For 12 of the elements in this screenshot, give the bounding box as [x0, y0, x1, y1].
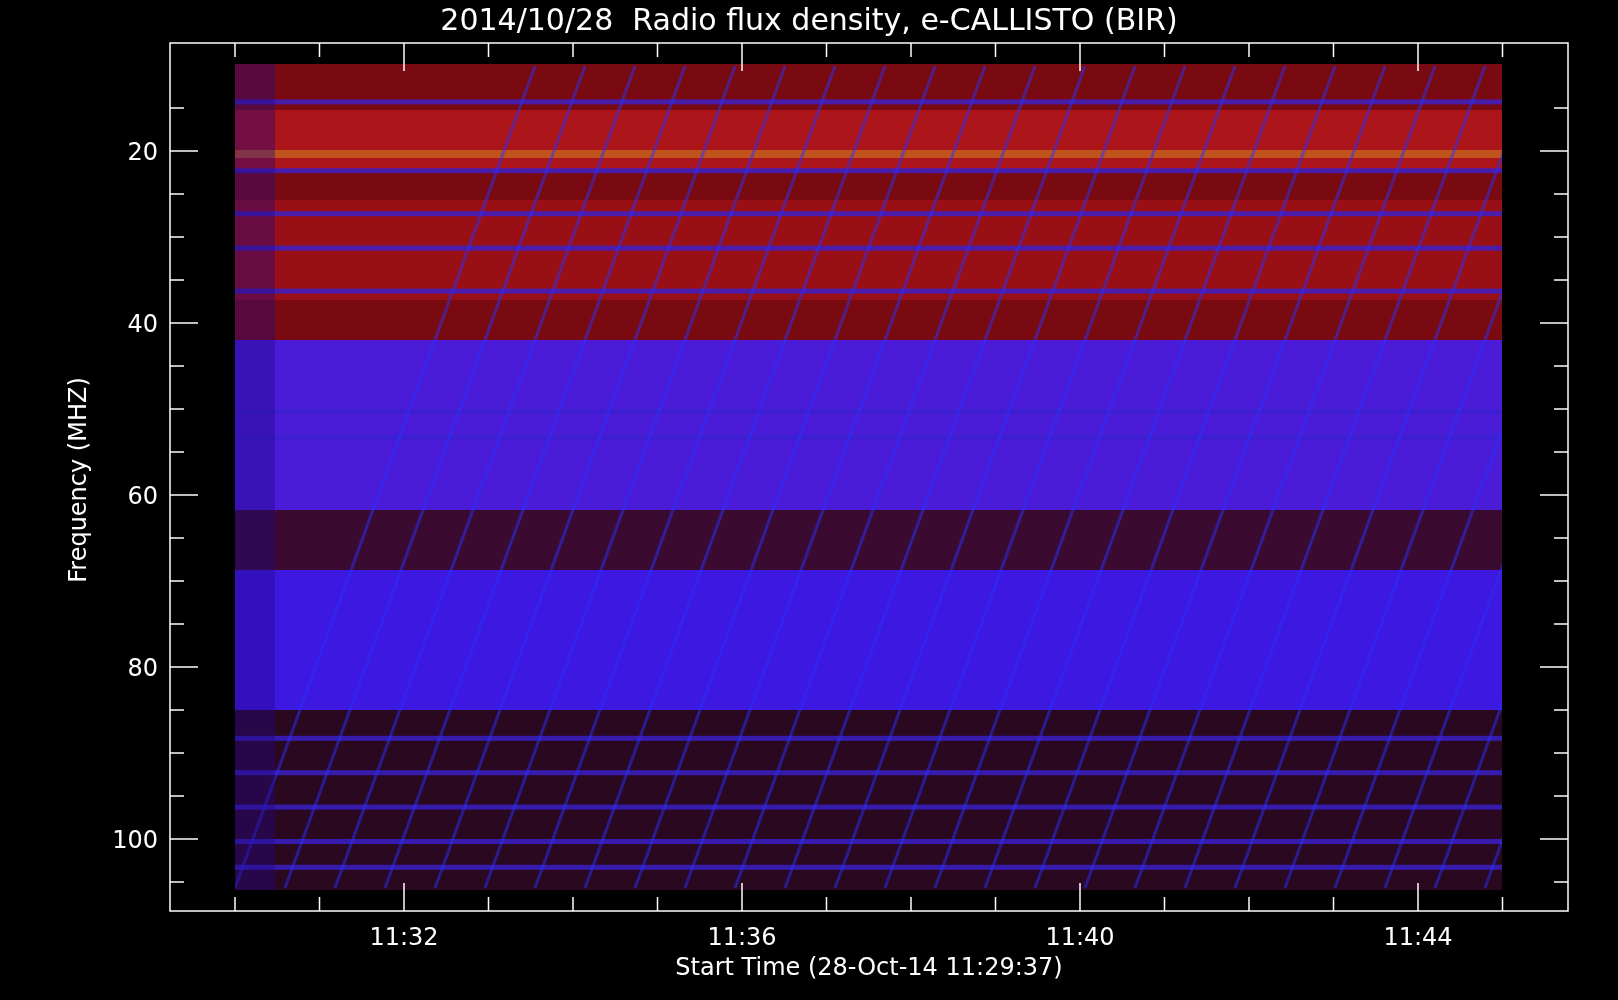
y-tick-label: 40: [127, 310, 158, 338]
x-tick-label: 11:32: [369, 923, 439, 951]
y-tick-label: 80: [127, 654, 158, 682]
y-axis-label: Frequency (MHZ): [64, 377, 92, 583]
x-tick-label: 11:36: [707, 923, 777, 951]
x-tick-label: 11:40: [1045, 923, 1115, 951]
x-tick-label: 11:44: [1383, 923, 1453, 951]
y-tick-label: 60: [127, 482, 158, 510]
y-tick-label: 20: [127, 138, 158, 166]
x-axis-label: Start Time (28-Oct-14 11:29:37): [675, 953, 1063, 981]
chart-title: 2014/10/28 Radio flux density, e-CALLISTO (BIR): [440, 2, 1178, 37]
y-tick-label: 100: [112, 826, 158, 854]
